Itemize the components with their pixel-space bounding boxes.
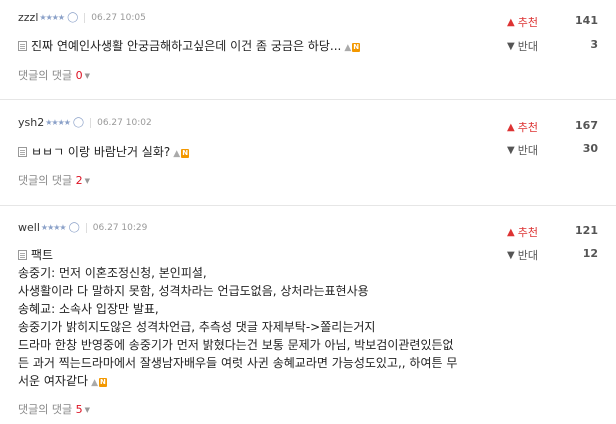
thumbs-down-icon[interactable]: ▼: [507, 41, 515, 52]
downvote-label[interactable]: 반대: [518, 247, 538, 263]
user-level-stars: ★★★★: [45, 118, 71, 127]
downvote-label[interactable]: 반대: [518, 142, 538, 158]
upvote-count: 167: [575, 119, 598, 132]
thumbs-down-icon[interactable]: ▼: [507, 145, 515, 156]
divider: [85, 222, 87, 233]
document-icon: [18, 147, 27, 157]
chevron-down-icon[interactable]: ▼: [85, 72, 90, 80]
comment-author[interactable]: well ★★★★ ◯ 06.27 10:29: [18, 221, 147, 234]
downvote-count: 3: [590, 38, 598, 51]
comment-line: 드라마 한창 반영중에 송중기가 먼저 밝혔다는건 보통 문제가 아님, 박보검…: [18, 338, 454, 352]
comment-line: 송중기가 밝히지도않은 성격차언급, 추측성 댓글 자제부탁->쫄리는거지: [18, 320, 376, 334]
person-icon: ◯: [72, 117, 85, 128]
document-icon: [18, 250, 27, 260]
reply-count[interactable]: 5: [76, 403, 83, 416]
new-badge: N: [98, 378, 107, 387]
chevron-down-icon[interactable]: ▼: [85, 406, 90, 414]
upvote-button[interactable]: ▲ 추천: [507, 119, 538, 135]
lock-icon: ▲: [344, 43, 352, 53]
user-level-stars: ★★★★: [39, 13, 65, 22]
comment-line: 송중기: 먼저 이혼조정신청, 본인피셜,: [18, 266, 207, 280]
downvote-button[interactable]: ▼ 반대: [507, 38, 538, 54]
reply-label[interactable]: 댓글의 댓글: [18, 403, 72, 416]
upvote-count: 121: [575, 224, 598, 237]
upvote-label[interactable]: 추천: [518, 14, 538, 30]
timestamp: 06.27 10:02: [97, 117, 152, 128]
comment-author[interactable]: ysh2 ★★★★ ◯ 06.27 10:02: [18, 116, 152, 129]
reply-label[interactable]: 댓글의 댓글: [18, 69, 72, 82]
reply-label[interactable]: 댓글의 댓글: [18, 174, 72, 187]
new-badge: N: [181, 149, 190, 158]
upvote-count: 141: [575, 14, 598, 27]
comment-text: 서운 여자같다: [18, 374, 89, 388]
comment-text: ㅂㅂㄱ 이랑 바람난거 실화?: [31, 145, 171, 159]
comment-text: 팩트: [31, 248, 54, 262]
downvote-count: 12: [582, 247, 598, 260]
reply-toggle[interactable]: 댓글의 댓글 2 ▼: [18, 172, 90, 188]
comment-line: 든 과거 찍는드라마에서 잘생남자배우들 여럿 사귄 송혜교라면 가능성도있고,…: [18, 356, 458, 370]
comment-line: 송혜교: 소속사 입장만 발표,: [18, 302, 159, 316]
username[interactable]: zzzl: [18, 11, 38, 24]
divider: [90, 117, 92, 128]
downvote-button[interactable]: ▼ 반대: [507, 247, 538, 263]
chevron-down-icon[interactable]: ▼: [85, 177, 90, 185]
thumbs-up-icon[interactable]: ▲: [507, 17, 515, 28]
timestamp: 06.27 10:29: [92, 222, 148, 233]
username[interactable]: well: [18, 221, 40, 234]
thumbs-up-icon[interactable]: ▲: [507, 122, 515, 133]
user-level-stars: ★★★★: [40, 223, 67, 232]
upvote-button[interactable]: ▲ 추천: [507, 224, 538, 240]
comment-divider: [0, 205, 616, 206]
upvote-label[interactable]: 추천: [518, 119, 538, 135]
username[interactable]: ysh2: [18, 116, 44, 129]
upvote-label[interactable]: 추천: [518, 224, 538, 240]
person-icon: ◯: [67, 12, 79, 23]
lock-icon: ▲: [173, 149, 181, 159]
reply-count[interactable]: 2: [76, 174, 83, 187]
comment-body: 팩트 송중기: 먼저 이혼조정신청, 본인피셜, 사생활이라 다 말하지 못함,…: [18, 246, 488, 392]
thumbs-up-icon[interactable]: ▲: [507, 227, 515, 238]
downvote-count: 30: [582, 142, 598, 155]
comment-line: 사생활이라 다 말하지 못함, 성격차라는 언급도없음, 상처라는표현사용: [18, 284, 369, 298]
upvote-button[interactable]: ▲ 추천: [507, 14, 538, 30]
person-icon: ◯: [68, 222, 80, 233]
reply-count[interactable]: 0: [76, 69, 83, 82]
downvote-label[interactable]: 반대: [518, 38, 538, 54]
comment-body: ㅂㅂㄱ 이랑 바람난거 실화? ▲ N: [18, 143, 478, 163]
timestamp: 06.27 10:05: [91, 12, 146, 23]
comment-divider: [0, 99, 616, 100]
lock-icon: ▲: [91, 378, 98, 388]
comment-line: 서운 여자같다 ▲ N: [18, 372, 488, 392]
comment-author[interactable]: zzzl ★★★★ ◯ 06.27 10:05: [18, 11, 146, 24]
reply-toggle[interactable]: 댓글의 댓글 0 ▼: [18, 67, 90, 83]
downvote-button[interactable]: ▼ 반대: [507, 142, 538, 158]
thumbs-down-icon[interactable]: ▼: [507, 250, 515, 261]
reply-toggle[interactable]: 댓글의 댓글 5 ▼: [18, 401, 90, 417]
divider: [84, 12, 86, 23]
document-icon: [18, 41, 27, 51]
comment-body: 진짜 연예인사생활 안궁금해하고싶은데 이건 좀 궁금은 하당... ▲ N: [18, 37, 478, 57]
comment-text: 진짜 연예인사생활 안궁금해하고싶은데 이건 좀 궁금은 하당...: [31, 39, 342, 53]
comment-line: 팩트: [18, 246, 488, 264]
new-badge: N: [352, 43, 361, 52]
